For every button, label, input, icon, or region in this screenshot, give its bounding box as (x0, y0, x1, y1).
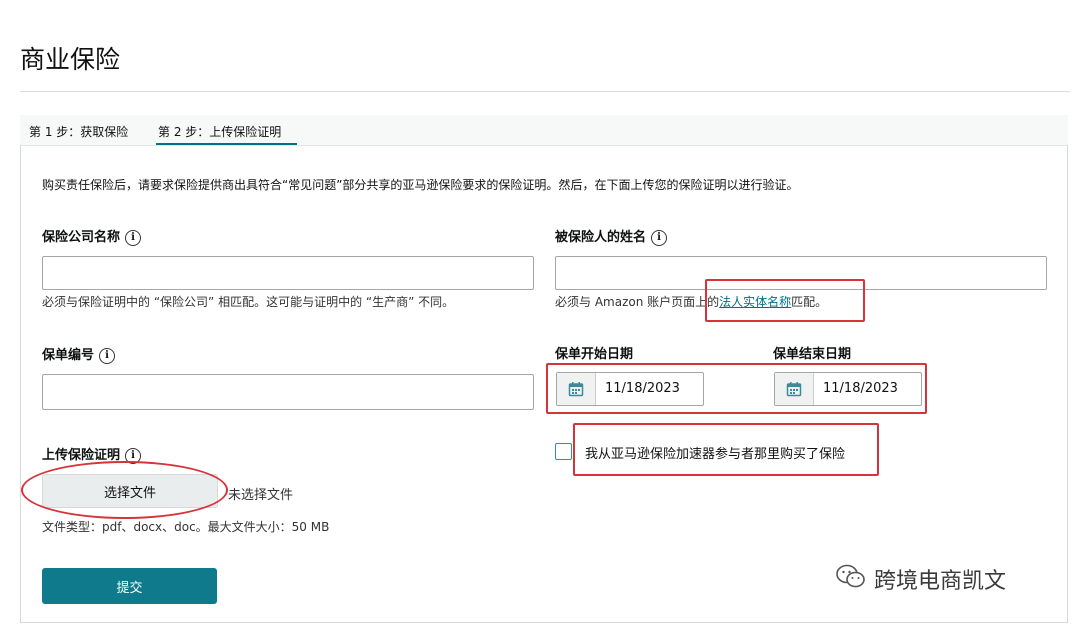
insured-hint-prefix: 必须与 Amazon 账户页面上的 (555, 295, 720, 309)
info-icon[interactable]: i (651, 230, 668, 246)
policy-number-input[interactable] (42, 374, 534, 410)
wechat-icon (836, 564, 866, 594)
end-date-label: 保单结束日期 (773, 347, 852, 362)
info-icon[interactable]: i (125, 230, 142, 246)
page-title: 商业保险 (20, 45, 121, 74)
title-divider (20, 91, 1070, 92)
insurer-input[interactable] (42, 256, 534, 290)
annotation-box-legal-entity (705, 279, 865, 322)
annotation-box-dates (546, 363, 927, 414)
start-date-label: 保单开始日期 (555, 347, 634, 362)
annotation-ellipse-file-button (21, 461, 228, 519)
file-status: 未选择文件 (228, 488, 294, 503)
submit-button[interactable]: 提交 (42, 568, 217, 604)
insurer-label: 保险公司名称 i (42, 226, 142, 246)
insured-label: 被保险人的姓名 i (555, 226, 668, 246)
tab-step-1[interactable]: 第 1 步：获取保险 (29, 123, 128, 140)
insured-label-text: 被保险人的姓名 (555, 230, 647, 245)
policy-number-label: 保单编号 i (42, 344, 116, 364)
insurer-label-text: 保险公司名称 (42, 230, 121, 245)
step-tabs: 第 1 步：获取保险 第 2 步：上传保险证明 (20, 115, 1068, 145)
tab-step-2[interactable]: 第 2 步：上传保险证明 (158, 123, 281, 140)
insurer-hint: 必须与保险证明中的 “保险公司” 相匹配。这可能与证明中的 “生产商” 不同。 (42, 295, 455, 309)
accelerator-checkbox[interactable] (555, 443, 572, 460)
annotation-box-accelerator (573, 423, 879, 476)
file-types-hint: 文件类型：pdf、docx、doc。最大文件大小：50 MB (42, 520, 330, 534)
intro-text: 购买责任保险后，请要求保险提供商出具符合“常见问题”部分共享的亚马逊保险要求的保… (42, 178, 799, 192)
watermark: 跨境电商凯文 (836, 563, 1006, 595)
info-icon[interactable]: i (99, 348, 116, 364)
policy-number-label-text: 保单编号 (42, 348, 95, 363)
watermark-text: 跨境电商凯文 (874, 569, 1007, 594)
